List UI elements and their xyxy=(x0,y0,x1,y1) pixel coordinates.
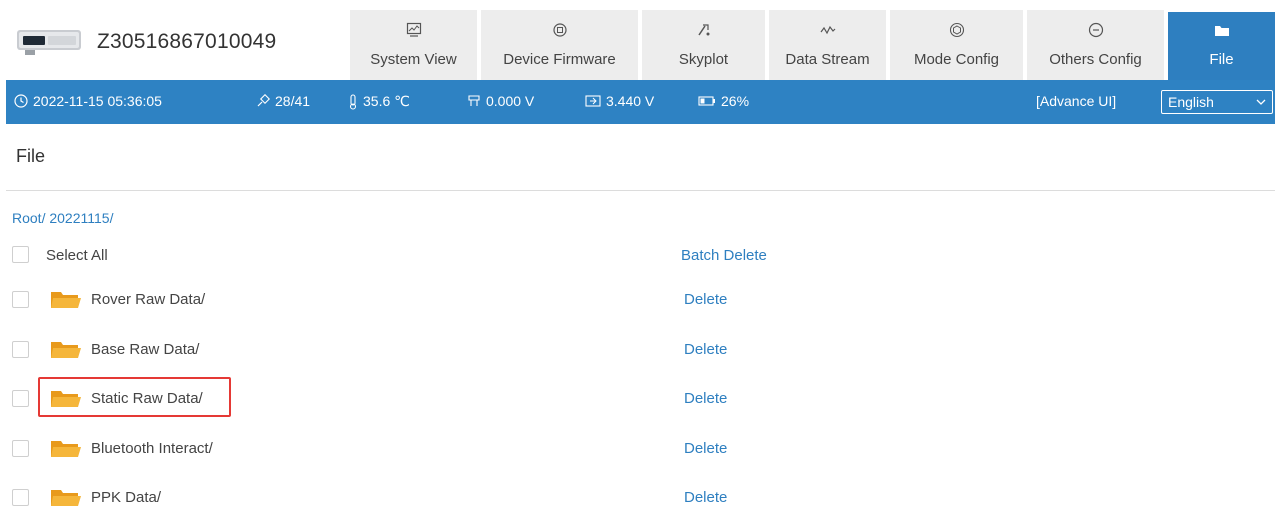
advance-ui-link[interactable]: [Advance UI] xyxy=(1036,93,1116,109)
status-external-voltage: 0.000 V xyxy=(467,93,534,109)
language-value: English xyxy=(1168,94,1214,110)
item-checkbox[interactable] xyxy=(12,291,29,308)
folder-name[interactable]: Bluetooth Interact/ xyxy=(91,440,213,457)
minus-circle-icon xyxy=(1027,22,1164,38)
page-title: File xyxy=(16,146,46,166)
batch-delete-button[interactable]: Batch Delete xyxy=(681,247,767,264)
battery-value: 26% xyxy=(721,93,750,109)
waveform-icon xyxy=(769,22,886,38)
tab-skyplot[interactable]: Skyplot xyxy=(642,10,765,80)
tab-device-firmware[interactable]: Device Firmware xyxy=(481,10,638,80)
tab-others-config[interactable]: Others Config xyxy=(1027,10,1164,80)
tab-mode-config[interactable]: Mode Config xyxy=(890,10,1023,80)
tab-system-view[interactable]: System View xyxy=(350,10,477,80)
advance-ui-label: [Advance UI] xyxy=(1036,93,1117,109)
status-datetime: 2022-11-15 05:36:05 xyxy=(14,93,162,109)
temperature-value: 35.6 ℃ xyxy=(363,93,410,109)
folder-icon xyxy=(1168,24,1275,40)
delete-button[interactable]: Delete xyxy=(684,390,727,407)
satellite-icon xyxy=(642,22,765,38)
battery-voltage-icon xyxy=(585,95,601,107)
tab-label: Others Config xyxy=(1049,51,1142,68)
tab-data-stream[interactable]: Data Stream xyxy=(769,10,886,80)
delete-button[interactable]: Delete xyxy=(684,489,727,506)
folder-name[interactable]: Base Raw Data/ xyxy=(91,341,199,358)
delete-button[interactable]: Delete xyxy=(684,440,727,457)
item-checkbox[interactable] xyxy=(12,440,29,457)
thermometer-icon xyxy=(349,93,357,110)
tab-label: Data Stream xyxy=(785,51,870,68)
folder-name[interactable]: PPK Data/ xyxy=(91,489,161,506)
device-serial-number: Z30516867010049 xyxy=(97,30,277,53)
delete-button[interactable]: Delete xyxy=(684,291,727,308)
divider xyxy=(6,190,1275,191)
satellite-icon xyxy=(257,94,270,107)
satellites-value: 28/41 xyxy=(275,93,311,109)
select-all-row: Select All Batch Delete xyxy=(0,243,1275,267)
battery-voltage-value: 3.440 V xyxy=(606,93,655,109)
list-item: Bluetooth Interact/ Delete xyxy=(0,437,1275,461)
list-item: Base Raw Data/ Delete xyxy=(0,338,1275,362)
item-checkbox[interactable] xyxy=(12,390,29,407)
app-header: Z30516867010049 System View Device Firmw… xyxy=(0,0,1275,80)
item-checkbox[interactable] xyxy=(12,341,29,358)
folder-icon xyxy=(50,341,82,362)
folder-name[interactable]: Rover Raw Data/ xyxy=(91,291,205,308)
tab-label: Device Firmware xyxy=(503,51,616,68)
chevron-down-icon xyxy=(1256,99,1266,105)
datetime-value: 2022-11-15 05:36:05 xyxy=(33,93,162,109)
tab-label: File xyxy=(1209,51,1234,68)
battery-icon xyxy=(698,96,715,106)
status-battery-voltage: 3.440 V xyxy=(585,93,654,109)
tab-label: System View xyxy=(370,51,457,68)
power-plug-icon xyxy=(468,95,480,106)
status-bar: 2022-11-15 05:36:05 28/41 35.6 ℃ 0.000 V… xyxy=(6,80,1275,124)
cube-icon xyxy=(890,22,1023,38)
item-checkbox[interactable] xyxy=(12,489,29,506)
status-battery: 26% xyxy=(698,93,749,109)
receiver-device-icon xyxy=(15,28,83,58)
select-all-label: Select All xyxy=(46,247,108,264)
clock-icon xyxy=(14,94,28,108)
monitor-icon xyxy=(350,22,477,38)
external-voltage-value: 0.000 V xyxy=(486,93,535,109)
language-select[interactable]: English xyxy=(1161,90,1273,114)
folder-icon xyxy=(50,291,82,312)
select-all-checkbox[interactable] xyxy=(12,246,29,263)
chip-icon xyxy=(481,22,638,38)
tab-label: Mode Config xyxy=(913,51,1000,68)
breadcrumb[interactable]: Root/ 20221115/ xyxy=(12,210,113,226)
status-temperature: 35.6 ℃ xyxy=(348,93,410,110)
status-satellites: 28/41 xyxy=(256,93,310,109)
list-item: Rover Raw Data/ Delete xyxy=(0,288,1275,312)
delete-button[interactable]: Delete xyxy=(684,341,727,358)
list-item: PPK Data/ Delete xyxy=(0,486,1275,506)
folder-icon xyxy=(50,489,82,506)
highlight-annotation xyxy=(38,377,231,417)
tab-file[interactable]: File xyxy=(1168,12,1275,80)
folder-icon xyxy=(50,440,82,461)
tab-label: Skyplot xyxy=(678,51,729,68)
